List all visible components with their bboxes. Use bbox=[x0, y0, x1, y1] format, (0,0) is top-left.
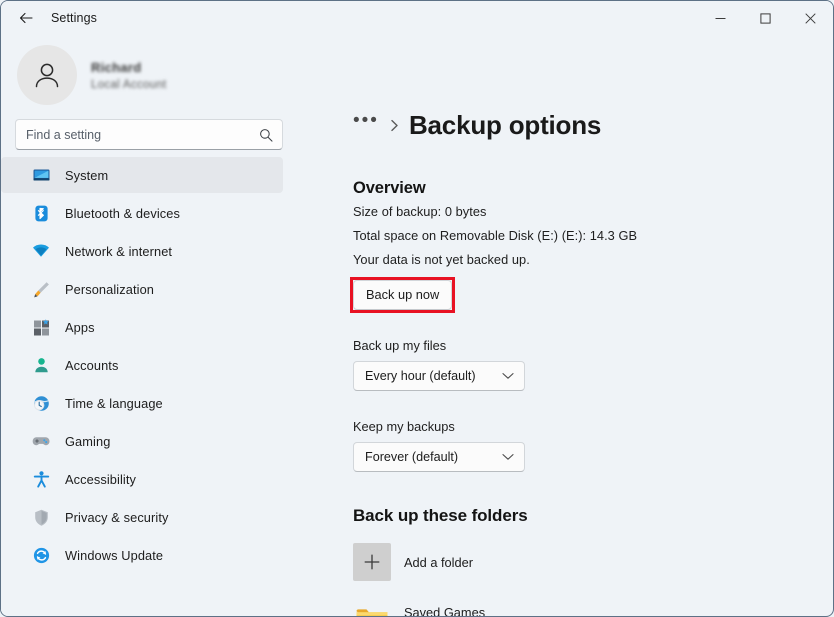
folder-name: Saved Games bbox=[404, 605, 495, 617]
search-box[interactable] bbox=[15, 119, 283, 150]
sidebar-item-label: Windows Update bbox=[65, 548, 163, 563]
backup-folders-heading: Back up these folders bbox=[353, 506, 833, 526]
sidebar-item-label: Accessibility bbox=[65, 472, 136, 487]
backup-now-wrap: Back up now bbox=[353, 280, 452, 310]
titlebar-title: Settings bbox=[51, 11, 97, 25]
keep-my-backups-group: Keep my backups Forever (default) bbox=[353, 419, 833, 472]
chevron-down-icon bbox=[502, 453, 514, 461]
close-button[interactable] bbox=[788, 1, 833, 35]
dropdown-value: Every hour (default) bbox=[365, 369, 476, 383]
plus-icon bbox=[353, 543, 391, 581]
main-content: ••• Backup options Overview Size of back… bbox=[301, 35, 833, 616]
minimize-button[interactable] bbox=[698, 1, 743, 35]
sidebar-item-system[interactable]: System bbox=[1, 157, 283, 193]
folder-text: Saved Games C:\Users\Richard bbox=[404, 605, 495, 617]
refresh-icon bbox=[31, 545, 51, 565]
chevron-right-icon bbox=[389, 119, 400, 132]
caption-buttons bbox=[698, 1, 833, 35]
sidebar-item-label: Bluetooth & devices bbox=[65, 206, 180, 221]
back-up-my-files-group: Back up my files Every hour (default) bbox=[353, 338, 833, 391]
search-input[interactable] bbox=[26, 120, 272, 149]
account-type: Local Account bbox=[91, 79, 167, 91]
keep-my-backups-label: Keep my backups bbox=[353, 419, 833, 434]
sidebar-item-privacy-security[interactable]: Privacy & security bbox=[1, 499, 283, 535]
backup-status-text: Your data is not yet backed up. bbox=[353, 252, 833, 267]
gamepad-icon bbox=[31, 431, 51, 451]
sidebar-item-label: Network & internet bbox=[65, 244, 172, 259]
dropdown-value: Forever (default) bbox=[365, 450, 458, 464]
sidebar-item-label: Personalization bbox=[65, 282, 154, 297]
sidebar-item-accessibility[interactable]: Accessibility bbox=[1, 461, 283, 497]
sidebar-item-time-language[interactable]: Time & language bbox=[1, 385, 283, 421]
maximize-button[interactable] bbox=[743, 1, 788, 35]
add-a-folder-row[interactable]: Add a folder bbox=[353, 540, 833, 584]
sidebar-item-network-internet[interactable]: Network & internet bbox=[1, 233, 283, 269]
back-up-my-files-label: Back up my files bbox=[353, 338, 833, 353]
total-space-text: Total space on Removable Disk (E:) (E:):… bbox=[353, 228, 833, 243]
back-button[interactable] bbox=[9, 3, 43, 33]
keep-my-backups-dropdown[interactable]: Forever (default) bbox=[353, 442, 525, 472]
account-name: Richard bbox=[91, 60, 167, 75]
settings-window: Settings bbox=[0, 0, 834, 617]
accessibility-icon bbox=[31, 469, 51, 489]
search-icon bbox=[259, 128, 273, 142]
sidebar-item-bluetooth-devices[interactable]: Bluetooth & devices bbox=[1, 195, 283, 231]
clock-globe-icon bbox=[31, 393, 51, 413]
overview-heading: Overview bbox=[353, 179, 833, 198]
apps-grid-icon bbox=[31, 317, 51, 337]
bluetooth-icon bbox=[31, 203, 51, 223]
backup-size-text: Size of backup: 0 bytes bbox=[353, 204, 833, 219]
monitor-icon bbox=[31, 165, 51, 185]
add-a-folder-label: Add a folder bbox=[404, 555, 473, 570]
add-folder-text: Add a folder bbox=[404, 555, 473, 570]
sidebar-item-windows-update[interactable]: Windows Update bbox=[1, 537, 283, 573]
wifi-icon bbox=[31, 241, 51, 261]
account-text: Richard Local Account bbox=[91, 60, 167, 91]
sidebar-nav: System Bluetooth & devices bbox=[1, 157, 301, 575]
sidebar-item-label: Time & language bbox=[65, 396, 163, 411]
paintbrush-icon bbox=[31, 279, 51, 299]
account-block[interactable]: Richard Local Account bbox=[1, 41, 301, 113]
folder-icon bbox=[353, 601, 391, 616]
sidebar-item-accounts[interactable]: Accounts bbox=[1, 347, 283, 383]
sidebar: Richard Local Account bbox=[1, 35, 301, 616]
sidebar-item-label: Gaming bbox=[65, 434, 110, 449]
chevron-down-icon bbox=[502, 372, 514, 380]
sidebar-item-label: Apps bbox=[65, 320, 95, 335]
back-up-my-files-dropdown[interactable]: Every hour (default) bbox=[353, 361, 525, 391]
sidebar-item-gaming[interactable]: Gaming bbox=[1, 423, 283, 459]
back-up-now-button[interactable]: Back up now bbox=[353, 280, 452, 310]
person-icon bbox=[31, 355, 51, 375]
page-title: Backup options bbox=[409, 110, 601, 141]
window-body: Richard Local Account bbox=[1, 35, 833, 616]
sidebar-item-apps[interactable]: Apps bbox=[1, 309, 283, 345]
sidebar-item-personalization[interactable]: Personalization bbox=[1, 271, 283, 307]
avatar bbox=[17, 45, 77, 105]
breadcrumb-overflow-button[interactable]: ••• bbox=[353, 111, 379, 139]
shield-icon bbox=[31, 507, 51, 527]
search-wrap bbox=[1, 113, 301, 150]
sidebar-item-label: Accounts bbox=[65, 358, 118, 373]
sidebar-item-label: Privacy & security bbox=[65, 510, 169, 525]
breadcrumb: ••• Backup options bbox=[353, 105, 833, 145]
sidebar-item-label: System bbox=[65, 168, 108, 183]
list-item[interactable]: Saved Games C:\Users\Richard bbox=[353, 598, 833, 616]
title-bar: Settings bbox=[1, 1, 833, 35]
